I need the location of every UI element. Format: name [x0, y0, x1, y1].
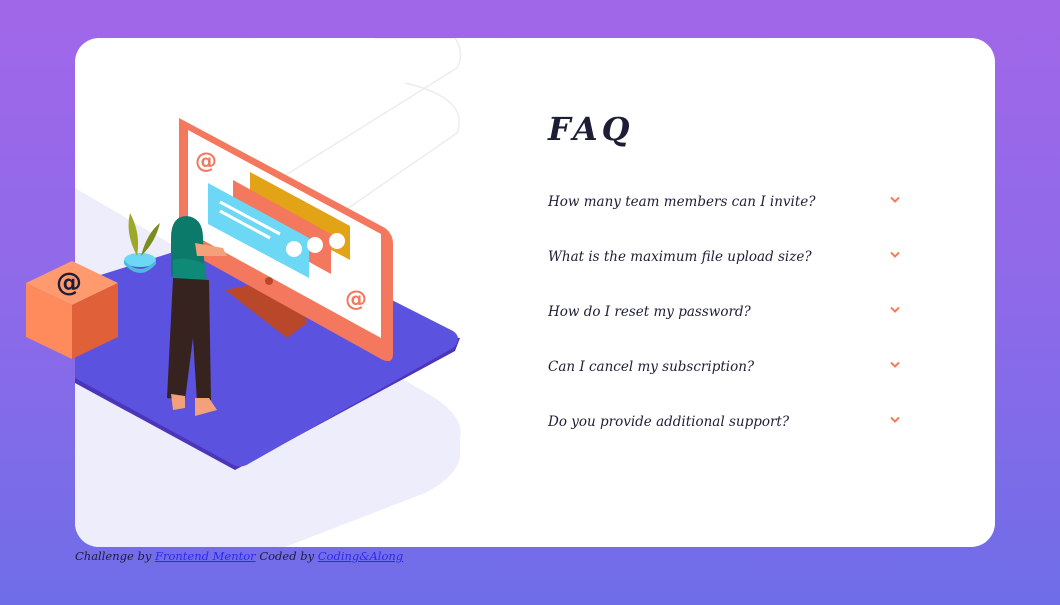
frontend-mentor-link[interactable]: Frontend Mentor [155, 549, 256, 563]
at-box-illustration: @ [26, 261, 118, 359]
faq-question[interactable]: Can I cancel my subscription? [548, 359, 754, 375]
faq-question[interactable]: How many team members can I invite? [548, 194, 816, 210]
chevron-down-icon[interactable] [890, 416, 900, 424]
screen-at-symbol-1: @ [195, 149, 217, 174]
faq-item-additional-support[interactable]: Do you provide additional support? [548, 406, 900, 461]
woman-online-illustration: @ @ [75, 38, 462, 547]
chevron-down-icon[interactable] [890, 251, 900, 259]
faq-panel: FAQ How many team members can I invite? … [548, 38, 928, 547]
faq-question[interactable]: Do you provide additional support? [548, 414, 789, 430]
message-avatar-1 [286, 241, 302, 257]
woman-foot-left [171, 394, 185, 410]
bg-outline-line-1 [264, 38, 462, 189]
faq-question[interactable]: How do I reset my password? [548, 304, 751, 320]
chevron-down-icon[interactable] [890, 361, 900, 369]
chevron-down-icon[interactable] [890, 306, 900, 314]
chevron-down-icon[interactable] [890, 196, 900, 204]
faq-item-cancel-subscription[interactable]: Can I cancel my subscription? [548, 351, 900, 406]
author-link[interactable]: Coding&Along [318, 549, 403, 563]
faq-card: @ @ FAQ How many team members can I invi… [75, 38, 995, 547]
faq-item-reset-password[interactable]: How do I reset my password? [548, 296, 900, 351]
message-avatar-2 [307, 237, 323, 253]
message-avatar-3 [329, 233, 345, 249]
box-at-symbol: @ [56, 268, 82, 298]
faq-item-file-upload-size[interactable]: What is the maximum file upload size? [548, 241, 900, 296]
monitor-power-dot [265, 277, 273, 285]
faq-list: How many team members can I invite? What… [548, 186, 900, 461]
faq-item-team-members[interactable]: How many team members can I invite? [548, 186, 900, 241]
attribution: Challenge by Frontend Mentor Coded by Co… [75, 549, 403, 563]
faq-question[interactable]: What is the maximum file upload size? [548, 249, 812, 265]
attribution-middle: Coded by [259, 549, 315, 563]
screen-at-symbol-2: @ [345, 287, 367, 312]
attribution-prefix: Challenge by [75, 549, 152, 563]
faq-title: FAQ [548, 110, 634, 148]
